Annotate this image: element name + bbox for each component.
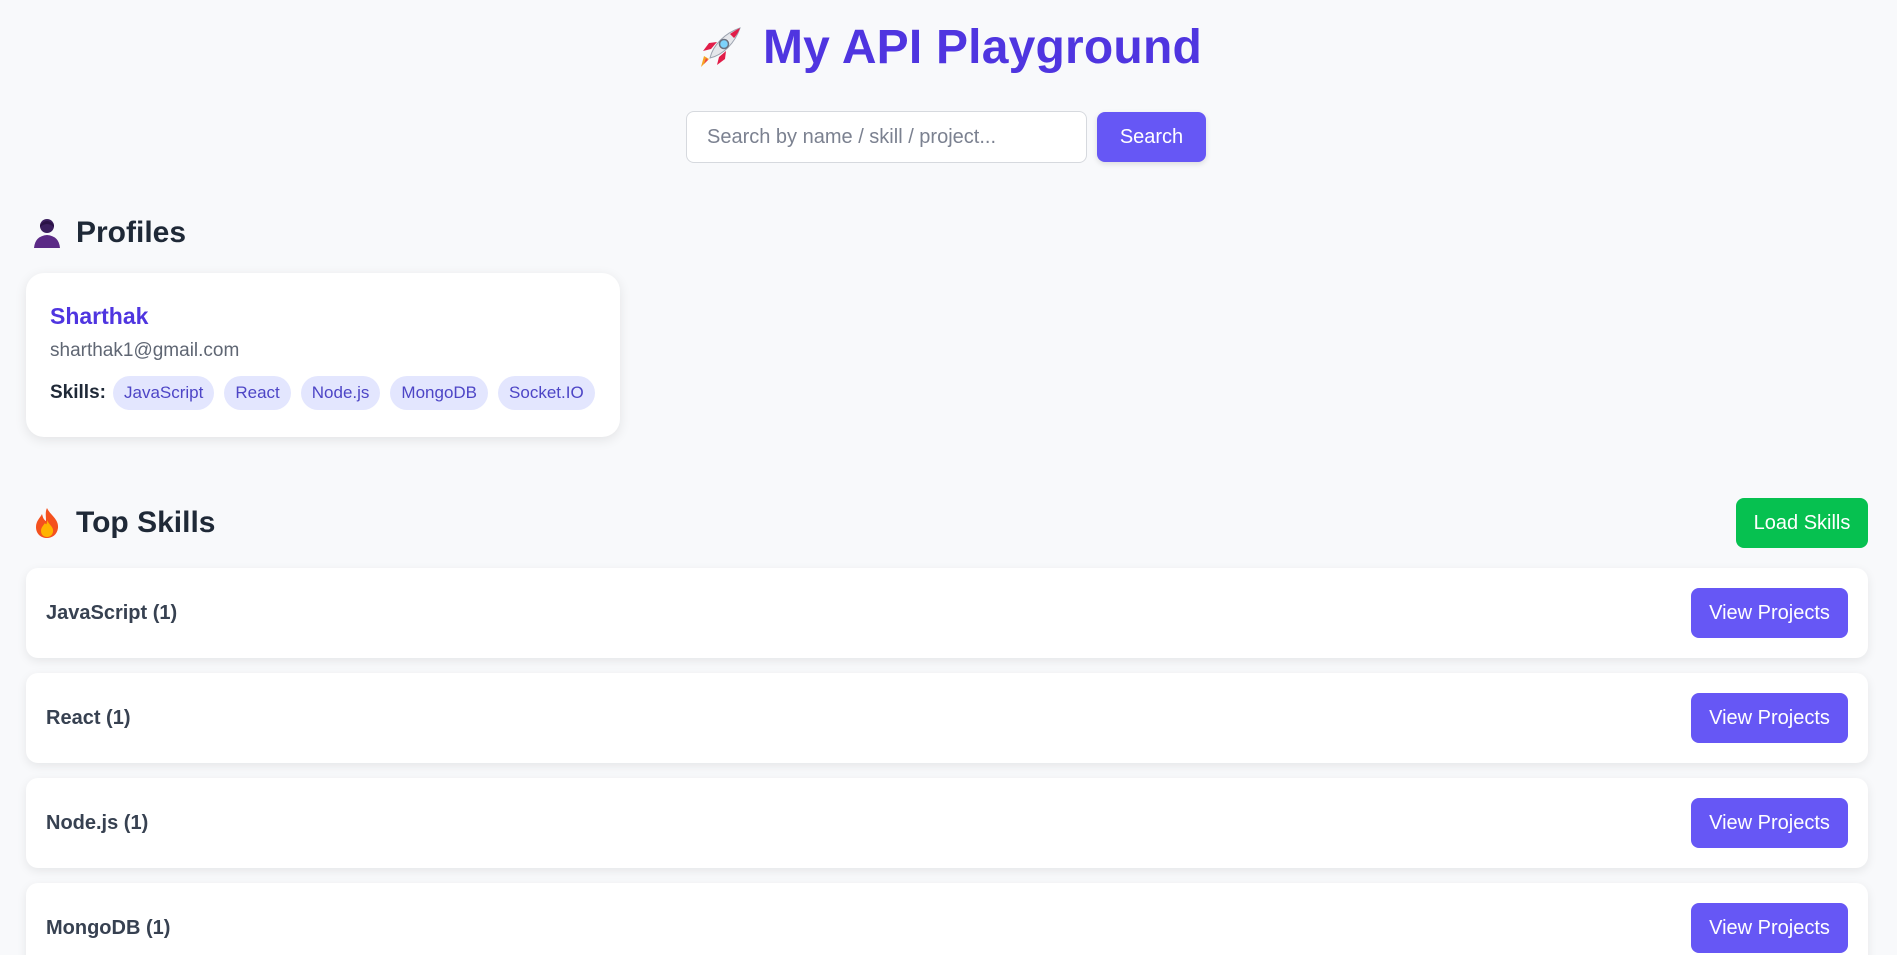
skill-chip: React xyxy=(224,376,291,410)
view-projects-button[interactable]: View Projects xyxy=(1691,798,1848,848)
fire-icon xyxy=(36,508,59,538)
person-icon xyxy=(34,219,60,248)
profile-skills: Skills: JavaScript React Node.js MongoDB… xyxy=(50,376,596,410)
skill-row: JavaScript (1) View Projects xyxy=(26,568,1868,658)
skill-chip: JavaScript xyxy=(112,376,215,410)
load-skills-button[interactable]: Load Skills xyxy=(1736,498,1868,548)
search-button[interactable]: Search xyxy=(1097,112,1206,162)
skill-name: React (1) xyxy=(46,706,131,729)
skill-row: React (1) View Projects xyxy=(26,673,1868,763)
view-projects-button[interactable]: View Projects xyxy=(1691,693,1848,743)
profiles-title: Profiles xyxy=(76,216,187,249)
search-bar: Search xyxy=(686,111,1206,163)
profile-card: Sharthak sharthak1@gmail.com Skills: Jav… xyxy=(26,273,620,437)
skill-name: Node.js (1) xyxy=(46,811,149,834)
skill-row: MongoDB (1) View Projects xyxy=(26,883,1868,955)
profile-email: sharthak1@gmail.com xyxy=(50,340,240,361)
profiles-heading: Profiles xyxy=(32,216,186,250)
profile-name: Sharthak xyxy=(50,303,149,329)
view-projects-button[interactable]: View Projects xyxy=(1691,588,1848,638)
rocket-icon xyxy=(700,26,741,67)
app-header: My API Playground xyxy=(0,20,1897,75)
top-skills-title: Top Skills xyxy=(76,506,216,539)
view-projects-button[interactable]: View Projects xyxy=(1691,903,1848,953)
skills-label: Skills: xyxy=(50,382,106,403)
skill-chip: Socket.IO xyxy=(498,376,595,410)
skill-name: JavaScript (1) xyxy=(46,601,178,624)
top-skills-heading: Top Skills xyxy=(32,506,215,540)
skill-chip: Node.js xyxy=(300,376,381,410)
skill-row: Node.js (1) View Projects xyxy=(26,778,1868,868)
page-title: My API Playground xyxy=(762,21,1202,74)
skill-chip: MongoDB xyxy=(390,376,489,410)
search-input[interactable] xyxy=(686,111,1087,163)
skill-name: MongoDB (1) xyxy=(46,916,171,939)
